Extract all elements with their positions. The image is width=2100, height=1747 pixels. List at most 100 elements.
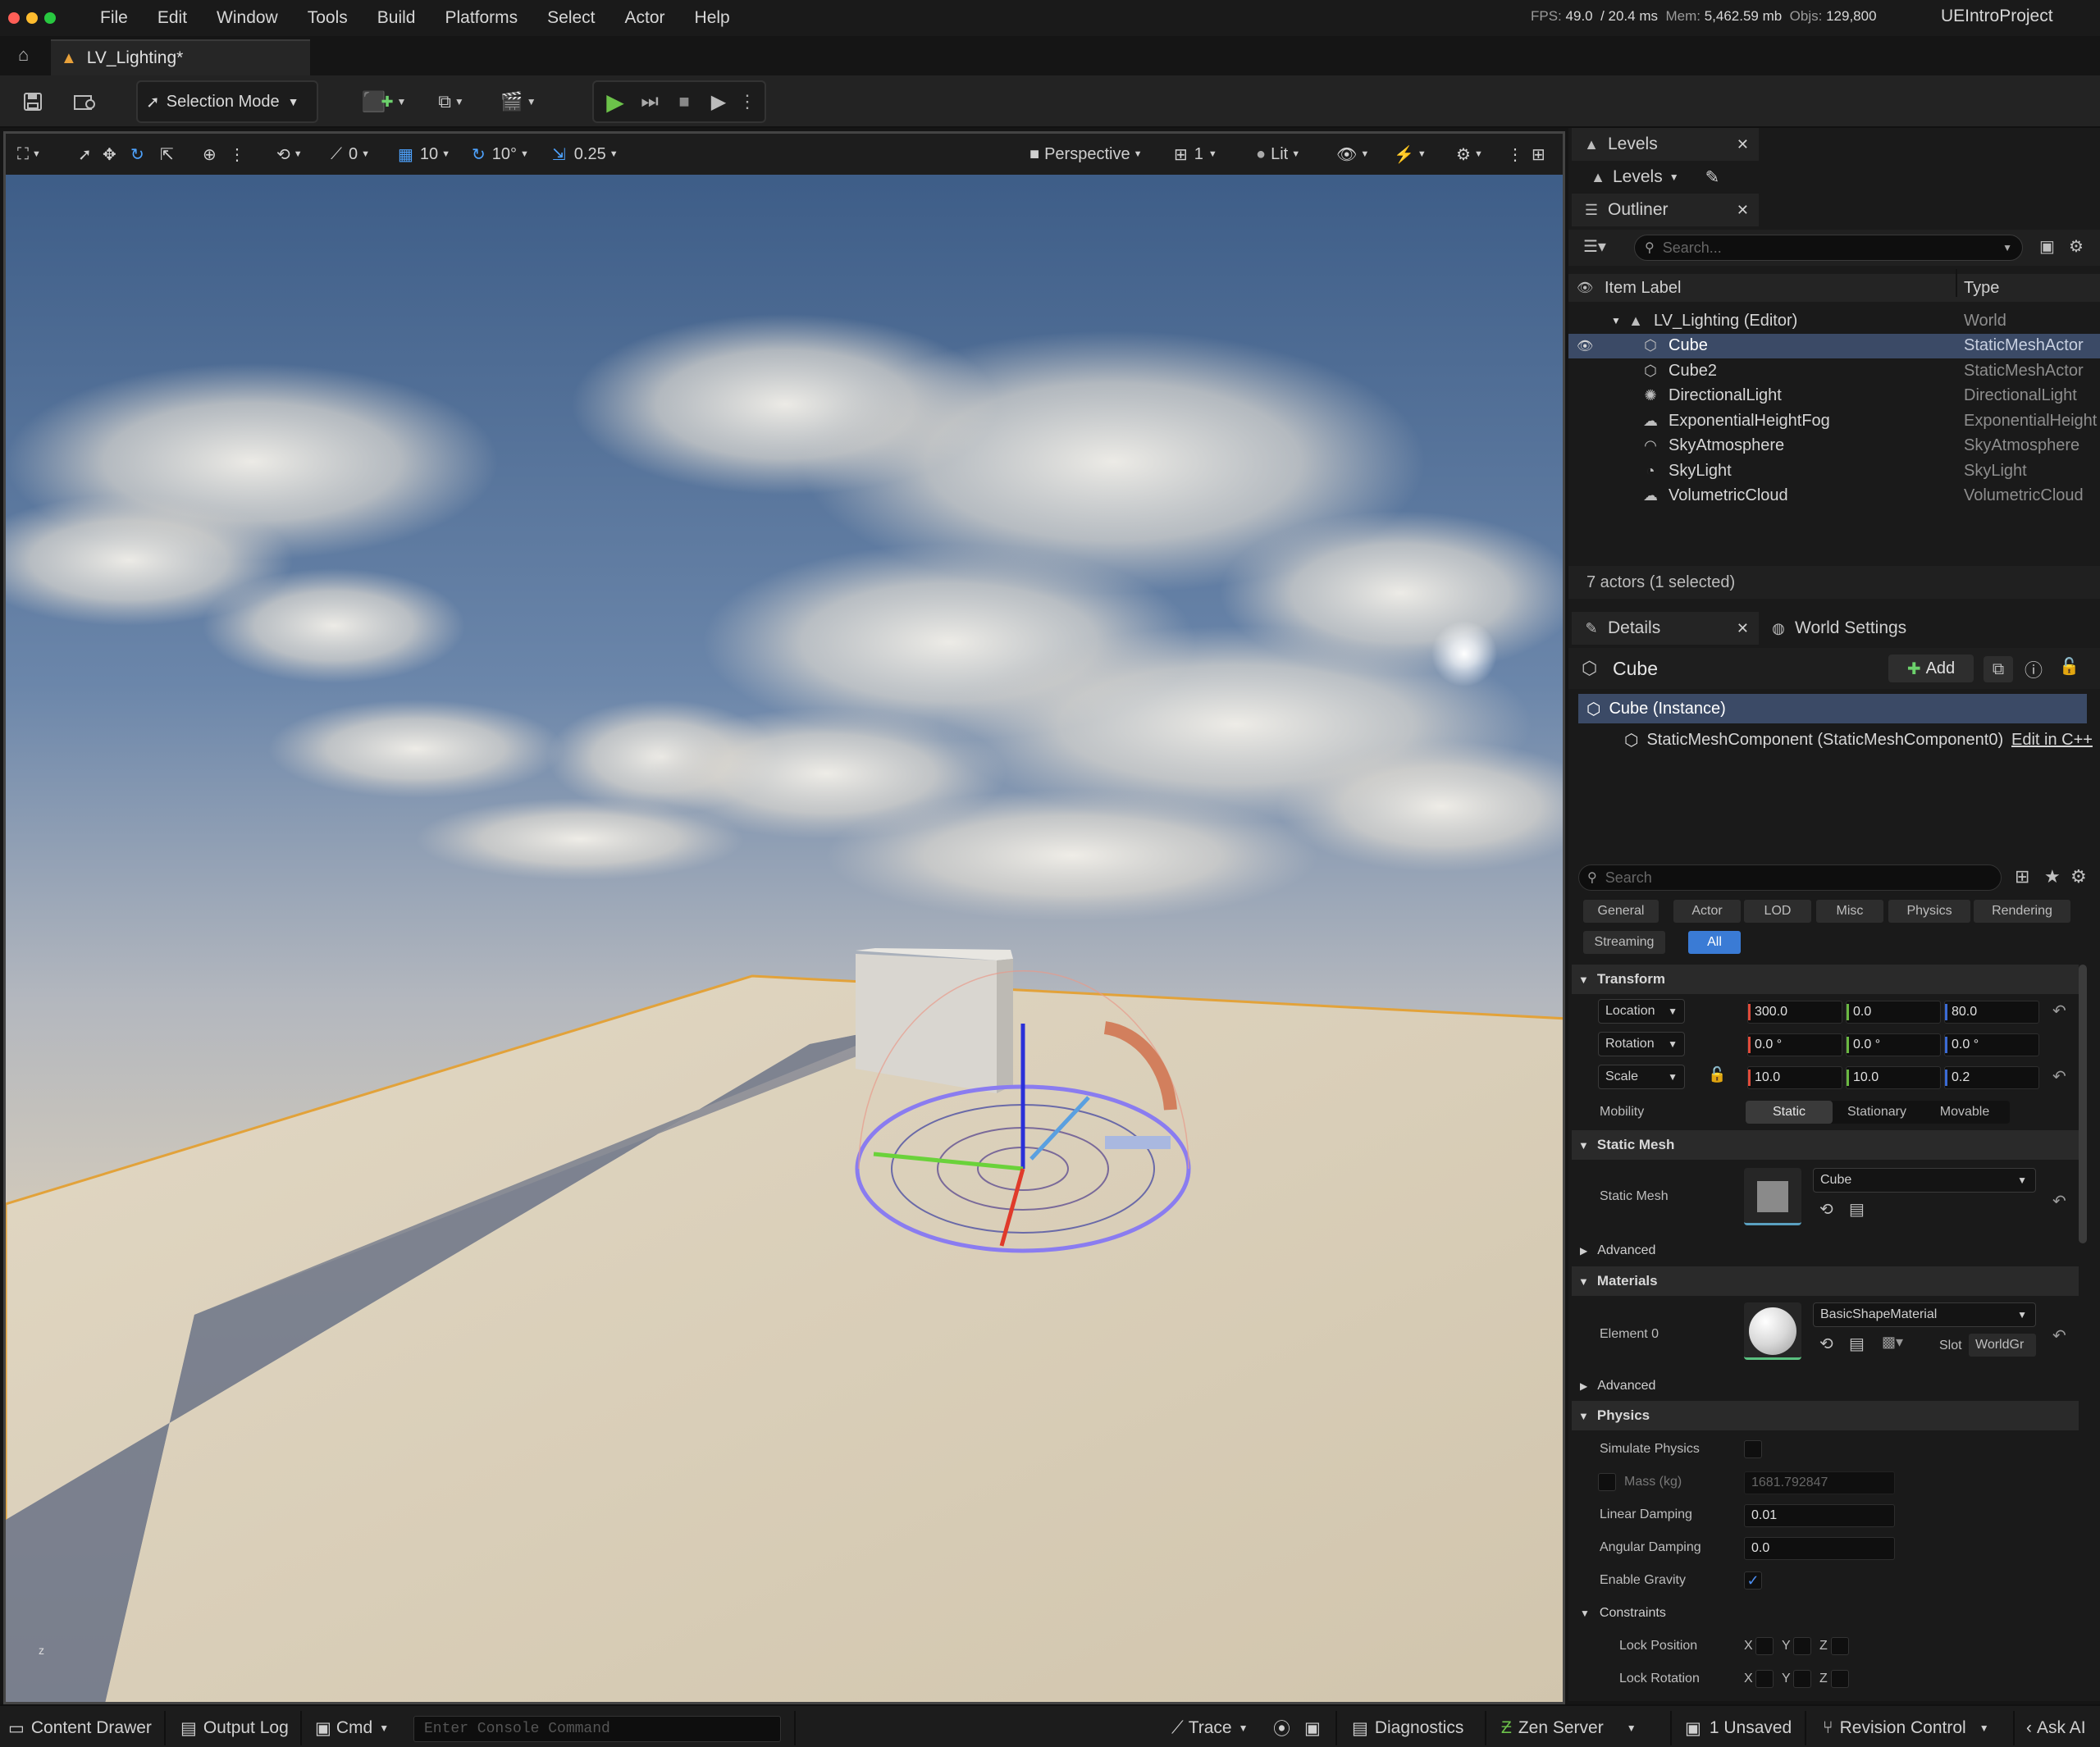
menu-platforms[interactable]: Platforms xyxy=(445,8,518,28)
outliner-row[interactable]: ⬡ Cube2 StaticMeshActor xyxy=(1568,358,2100,383)
settings-icon[interactable]: ⚙ xyxy=(2069,236,2084,257)
scale-z-field[interactable]: 0.2 xyxy=(1944,1066,2039,1089)
lock-pos-z-checkbox[interactable] xyxy=(1831,1637,1849,1655)
perspective-dropdown[interactable]: ■ Perspective ▼ xyxy=(1029,140,1142,168)
filter-actor[interactable]: Actor xyxy=(1673,900,1741,923)
reset-arrow-icon[interactable]: ↶ xyxy=(2052,1001,2066,1021)
material-thumbnail[interactable] xyxy=(1744,1302,1801,1360)
maximize-window-button[interactable] xyxy=(44,12,56,24)
snap-angle-icon[interactable]: ⟋ 0 ▼ xyxy=(331,140,370,168)
viewport-options-icon[interactable]: ⛶ ▼ xyxy=(17,140,41,168)
menu-build[interactable]: Build xyxy=(377,8,416,28)
surface-snap-icon[interactable]: ⟲ ▼ xyxy=(276,140,303,168)
instance-row[interactable]: ⬡ Cube (Instance) xyxy=(1578,694,2087,723)
lock-icon[interactable]: 🔓 xyxy=(2059,656,2079,677)
show-flags-icon[interactable]: 👁 ▼ xyxy=(1336,140,1369,168)
simulate-physics-checkbox[interactable] xyxy=(1744,1440,1762,1458)
rotation-dropdown[interactable]: Rotation ▼ xyxy=(1598,1032,1685,1056)
enable-gravity-checkbox[interactable]: ✓ xyxy=(1744,1571,1762,1590)
level-tab[interactable]: ▲ LV_Lighting* xyxy=(51,39,310,75)
outliner-row[interactable]: ✺ DirectionalLight DirectionalLight xyxy=(1568,384,2100,408)
mesh-thumbnail[interactable] xyxy=(1744,1168,1801,1225)
play-icon[interactable]: ▶ xyxy=(600,84,630,120)
scale-snap-icon[interactable]: ⇲ 0.25 ▼ xyxy=(552,140,619,168)
lock-pos-x-checkbox[interactable] xyxy=(1755,1637,1774,1655)
cube-mesh[interactable] xyxy=(856,954,997,1093)
details-scrollbar[interactable] xyxy=(2079,965,2087,1243)
save-icon[interactable] xyxy=(16,84,49,120)
visibility-eye-icon[interactable]: 👁 xyxy=(1577,280,1593,296)
mass-override-checkbox[interactable] xyxy=(1598,1473,1616,1491)
slot-value[interactable]: WorldGr xyxy=(1969,1334,2036,1357)
add-component-button[interactable]: ✚ Add xyxy=(1888,655,1974,682)
menu-actor[interactable]: Actor xyxy=(625,8,665,28)
eject-icon[interactable]: ▶ xyxy=(704,84,733,120)
materials-section[interactable]: ▼ Materials xyxy=(1572,1266,2079,1296)
tab-details[interactable]: ✎ Details ✕ xyxy=(1572,612,1759,645)
star-icon[interactable]: ★ xyxy=(2044,866,2061,887)
chevron-down-icon[interactable]: ▼ xyxy=(1611,315,1621,326)
content-drawer-button[interactable]: ▭ Content Drawer xyxy=(8,1714,152,1742)
reset-arrow-icon[interactable]: ↶ xyxy=(2052,1191,2066,1211)
step-icon[interactable]: ⏭ xyxy=(635,84,664,120)
visibility-eye-icon[interactable]: 👁 xyxy=(1577,338,1593,354)
outliner-row[interactable]: 👁 ⬡ Cube StaticMeshActor xyxy=(1568,333,2100,358)
camera-speed-dropdown[interactable]: ⊞ 1 ▼ xyxy=(1174,140,1217,168)
view-mode-dropdown[interactable]: ● Lit ▼ xyxy=(1256,140,1300,168)
settings-icon[interactable]: ⚙ xyxy=(2070,866,2087,887)
details-search-input[interactable]: ⚲ Search xyxy=(1578,864,2002,891)
outliner-row[interactable]: ☁ ExponentialHeightFog ExponentialHeight xyxy=(1568,408,2100,433)
menu-help[interactable]: Help xyxy=(695,8,730,28)
trace-dropdown[interactable]: ⟋ Trace ▼ xyxy=(1171,1714,1249,1742)
unsaved-button[interactable]: ▣ 1 Unsaved xyxy=(1685,1714,1792,1742)
help-icon[interactable]: ⓘ xyxy=(2025,656,2043,682)
tab-world-settings[interactable]: ◍ World Settings xyxy=(1769,612,1949,645)
menu-select[interactable]: Select xyxy=(547,8,595,28)
rotation-z-field[interactable]: 0.0 ° xyxy=(1944,1033,2039,1056)
type-column-header[interactable]: Type xyxy=(1964,279,1999,298)
rotation-y-field[interactable]: 0.0 ° xyxy=(1846,1033,1941,1056)
close-icon[interactable]: ✕ xyxy=(1737,620,1749,637)
blueprint-icon[interactable]: ⧉ ▼ xyxy=(428,84,474,120)
rotate-tool-icon[interactable]: ↻ xyxy=(130,140,144,168)
screenshot-icon[interactable]: ▣ xyxy=(1304,1714,1321,1742)
checker-icon[interactable]: ▩▾ xyxy=(1882,1334,1903,1351)
rotation-snap-icon[interactable]: ↻ 10° ▼ xyxy=(472,140,529,168)
location-z-field[interactable]: 80.0 xyxy=(1944,1001,2039,1024)
static-mesh-dropdown[interactable]: Cube ▼ xyxy=(1813,1168,2036,1193)
physics-section[interactable]: ▼ Physics xyxy=(1572,1401,2079,1430)
add-folder-icon[interactable]: ▣ xyxy=(2039,236,2055,257)
reset-arrow-icon[interactable]: ↶ xyxy=(2052,1066,2066,1087)
lock-rot-x-checkbox[interactable] xyxy=(1755,1670,1774,1688)
stop-icon[interactable]: ■ xyxy=(669,84,699,120)
lock-rot-y-checkbox[interactable] xyxy=(1793,1670,1811,1688)
tab-levels[interactable]: ▲ Levels ✕ xyxy=(1572,128,1759,161)
revision-control-dropdown[interactable]: ⑂ Revision Control ▼ xyxy=(1823,1714,1989,1742)
material-dropdown[interactable]: BasicShapeMaterial ▼ xyxy=(1813,1302,2036,1327)
scale-y-field[interactable]: 10.0 xyxy=(1846,1066,1941,1089)
reset-arrow-icon[interactable]: ↶ xyxy=(2052,1325,2066,1346)
rotation-x-field[interactable]: 0.0 ° xyxy=(1747,1033,1842,1056)
console-command-input[interactable]: Enter Console Command xyxy=(413,1716,781,1742)
actor-name-field[interactable]: Cube xyxy=(1613,658,1658,680)
location-x-field[interactable]: 300.0 xyxy=(1747,1001,1842,1024)
menu-tools[interactable]: Tools xyxy=(308,8,348,28)
outliner-row[interactable]: ☁ VolumetricCloud VolumetricCloud xyxy=(1568,484,2100,509)
use-selected-icon[interactable]: ⟲ xyxy=(1819,1334,1833,1354)
mesh-advanced-toggle[interactable]: ▶ Advanced xyxy=(1580,1238,1655,1263)
location-dropdown[interactable]: Location ▼ xyxy=(1598,999,1685,1024)
location-y-field[interactable]: 0.0 xyxy=(1846,1001,1941,1024)
menu-edit[interactable]: Edit xyxy=(158,8,187,28)
layout-icon[interactable]: ⊞ xyxy=(1532,140,1545,168)
filter-physics[interactable]: Physics xyxy=(1888,900,1970,923)
transform-section[interactable]: ▼ Transform xyxy=(1572,965,2079,994)
viewport-scene[interactable]: z xyxy=(6,134,1565,1704)
cmd-dropdown[interactable]: ▣ Cmd ▼ xyxy=(315,1714,389,1742)
angular-damping-field[interactable]: 0.0 xyxy=(1744,1537,1895,1560)
mobility-stationary[interactable]: Stationary xyxy=(1833,1101,1921,1124)
cinematics-icon[interactable]: 🎬 ▼ xyxy=(495,84,541,120)
level-viewport[interactable]: z ⛶ ▼ ➚ ✥ ↻ ⇱ ⊕ ⋮ ⟲ ▼ ⟋ 0 ▼ ▦ 10 ▼ ↻ 10° ▼ ⇲ 0.25… xyxy=(3,131,1565,1704)
linear-damping-field[interactable]: 0.01 xyxy=(1744,1504,1895,1527)
filter-lod[interactable]: LOD xyxy=(1744,900,1811,923)
materials-advanced-toggle[interactable]: ▶ Advanced xyxy=(1580,1374,1655,1398)
